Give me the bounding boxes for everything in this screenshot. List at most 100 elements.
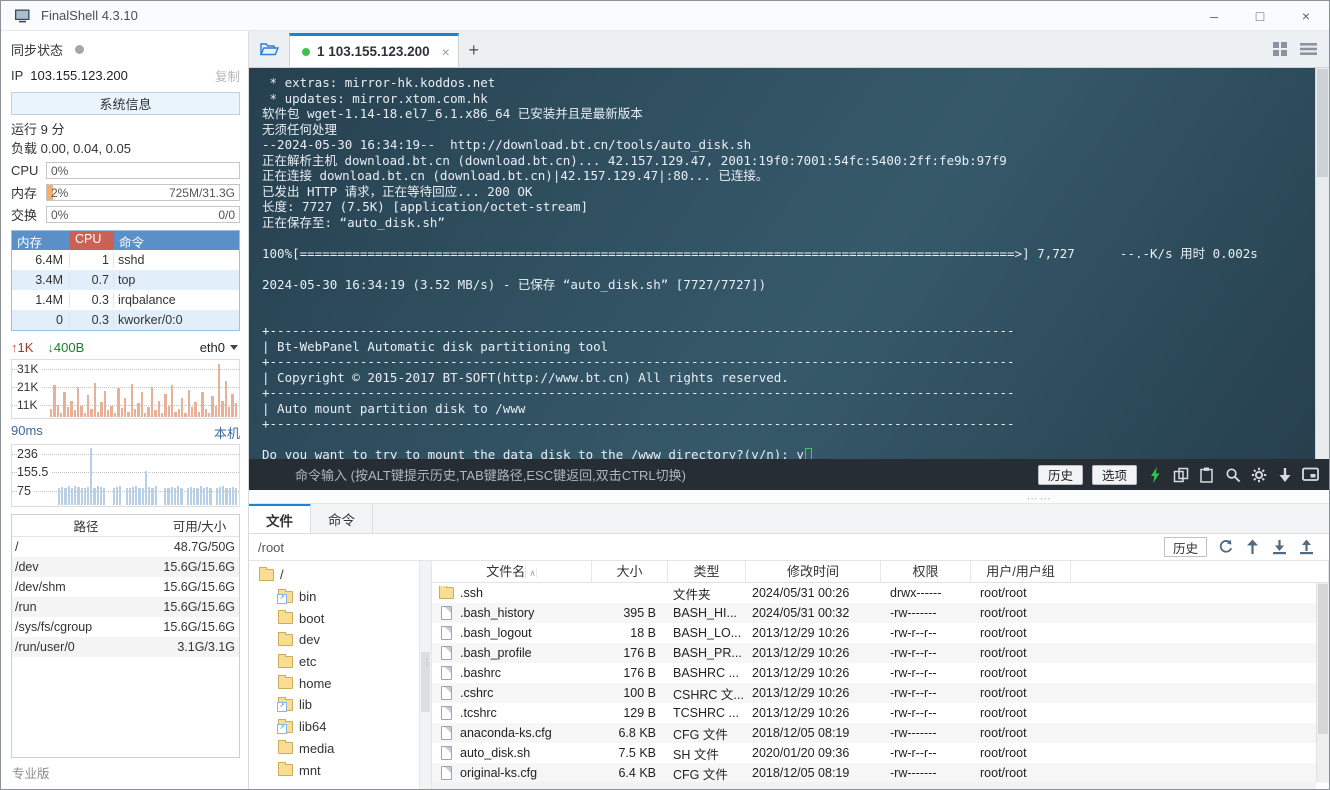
- file-row[interactable]: .ssh 文件夹 2024/05/31 00:26 drwx------ roo…: [432, 583, 1329, 603]
- open-sessions-button[interactable]: [249, 31, 289, 67]
- go-up-icon[interactable]: [1244, 539, 1261, 556]
- file-row[interactable]: .bash_logout 18 B BASH_LO... 2013/12/29 …: [432, 623, 1329, 643]
- file-name: .ssh: [432, 586, 592, 600]
- file-type: CFG 文件: [673, 767, 728, 782]
- lightning-icon[interactable]: [1146, 466, 1163, 483]
- file-row[interactable]: .bash_history 395 B BASH_HI... 2024/05/3…: [432, 603, 1329, 623]
- tree-item-label: bin: [299, 589, 317, 605]
- command-input-placeholder[interactable]: 命令输入 (按ALT键提示历史,TAB键路径,ESC键返回,双击CTRL切换): [295, 465, 686, 484]
- file-row[interactable]: .bash_profile 176 B BASH_PR... 2013/12/2…: [432, 643, 1329, 663]
- tree-item[interactable]: etc: [249, 651, 419, 673]
- file-browser: / bin boot dev etc home lib lib64 media …: [249, 561, 1329, 789]
- process-header-mem[interactable]: 内存: [12, 231, 70, 250]
- tree-item[interactable]: /: [249, 564, 419, 586]
- tree-item[interactable]: bin: [249, 586, 419, 608]
- disk-row[interactable]: /dev 15.6G/15.6G: [12, 557, 239, 577]
- file-row[interactable]: .tcshrc 129 B TCSHRC ... 2013/12/29 10:2…: [432, 703, 1329, 723]
- terminal[interactable]: * extras: mirror-hk.koddos.net * updates…: [249, 68, 1329, 490]
- file-row[interactable]: .cshrc 100 B CSHRC 文... 2013/12/29 10:26…: [432, 683, 1329, 703]
- close-button[interactable]: ×: [1283, 1, 1329, 31]
- header-owner[interactable]: 用户/用户组: [971, 561, 1071, 583]
- directory-tree: / bin boot dev etc home lib lib64 media …: [249, 561, 419, 789]
- graph-bar: [93, 487, 96, 505]
- header-perm[interactable]: 权限: [881, 561, 971, 583]
- tree-item[interactable]: boot: [249, 607, 419, 629]
- history-button[interactable]: 历史: [1037, 464, 1083, 485]
- file-row[interactable]: anaconda-ks.cfg 6.8 KB CFG 文件 2018/12/05…: [432, 723, 1329, 743]
- header-filler: [1071, 561, 1329, 583]
- header-filename[interactable]: 文件名 ∧: [432, 561, 592, 583]
- copy-icon[interactable]: [1172, 466, 1189, 483]
- terminal-scrollbar[interactable]: [1315, 68, 1329, 459]
- grid-view-icon[interactable]: [1272, 41, 1288, 57]
- tree-scrollbar[interactable]: ⋮: [419, 561, 431, 789]
- disk-row[interactable]: /dev/shm 15.6G/15.6G: [12, 577, 239, 597]
- interface-selector[interactable]: eth0: [200, 340, 240, 355]
- network-ytick: 11K: [17, 398, 41, 412]
- disk-header-path[interactable]: 路径: [12, 516, 160, 535]
- options-button[interactable]: 选项: [1091, 464, 1137, 485]
- file-row[interactable]: .bashrc 176 B BASHRC ... 2013/12/29 10:2…: [432, 663, 1329, 683]
- tab-commands[interactable]: 命令: [311, 504, 373, 533]
- header-size[interactable]: 大小: [592, 561, 668, 583]
- new-tab-button[interactable]: +: [459, 33, 489, 67]
- system-info-button[interactable]: 系统信息: [11, 92, 240, 115]
- process-header-cmd[interactable]: 命令: [114, 231, 239, 250]
- file-row[interactable]: original-ks.cfg 6.4 KB CFG 文件 2018/12/05…: [432, 763, 1329, 783]
- process-row[interactable]: 3.4M 0.7 top: [12, 270, 239, 290]
- paste-icon[interactable]: [1198, 466, 1215, 483]
- network-ytick: 21K: [17, 380, 42, 394]
- command-input-bar[interactable]: 命令输入 (按ALT键提示历史,TAB键路径,ESC键返回,双击CTRL切换) …: [249, 459, 1329, 490]
- graph-bar: [209, 488, 212, 505]
- process-header-cpu[interactable]: CPU: [70, 231, 114, 250]
- arrow-down-icon[interactable]: [1276, 466, 1293, 483]
- tree-item[interactable]: dev: [249, 629, 419, 651]
- file-perm: -rw-r--r--: [890, 666, 937, 680]
- tab-files[interactable]: 文件: [249, 503, 311, 533]
- gear-icon[interactable]: [1250, 466, 1267, 483]
- tree-item[interactable]: media: [249, 738, 419, 760]
- header-type[interactable]: 类型: [668, 561, 746, 583]
- file-table-scrollbar[interactable]: [1316, 583, 1329, 782]
- copy-ip-link[interactable]: 复制: [215, 66, 240, 85]
- ping-host[interactable]: 本机: [214, 423, 240, 442]
- tree-item[interactable]: mnt: [249, 759, 419, 781]
- minimize-button[interactable]: –: [1191, 1, 1237, 31]
- folder-icon: [278, 610, 293, 625]
- search-icon[interactable]: [1224, 466, 1241, 483]
- session-tab[interactable]: 1 103.155.123.200 ×: [289, 33, 459, 67]
- menu-icon[interactable]: [1300, 42, 1317, 56]
- disk-row[interactable]: /run 15.6G/15.6G: [12, 597, 239, 617]
- tab-close-icon[interactable]: ×: [442, 44, 450, 60]
- graph-bar: [53, 385, 56, 417]
- monitor-icon[interactable]: [1302, 466, 1319, 483]
- memory-meter-label: 内存: [11, 185, 38, 201]
- refresh-icon[interactable]: [1217, 539, 1234, 556]
- panel-splitter[interactable]: ⋯⋯: [249, 490, 1329, 505]
- disk-header-size[interactable]: 可用/大小: [160, 516, 239, 535]
- graph-bar: [70, 400, 73, 417]
- process-row[interactable]: 6.4M 1 sshd: [12, 250, 239, 270]
- disk-row[interactable]: / 48.7G/50G: [12, 537, 239, 557]
- process-row[interactable]: 1.4M 0.3 irqbalance: [12, 290, 239, 310]
- file-table-hscrollbar[interactable]: [432, 782, 1316, 789]
- maximize-button[interactable]: □: [1237, 1, 1283, 31]
- header-mtime[interactable]: 修改时间: [746, 561, 881, 583]
- path-input[interactable]: /root: [258, 540, 284, 555]
- path-history-button[interactable]: 历史: [1163, 537, 1207, 557]
- tree-item[interactable]: lib: [249, 694, 419, 716]
- file-row[interactable]: auto_disk.sh 7.5 KB SH 文件 2020/01/20 09:…: [432, 743, 1329, 763]
- disk-row[interactable]: /sys/fs/cgroup 15.6G/15.6G: [12, 617, 239, 637]
- upload-icon[interactable]: [1298, 539, 1315, 556]
- download-icon[interactable]: [1271, 539, 1288, 556]
- graph-bar: [151, 487, 154, 505]
- disk-size: 15.6G/15.6G: [163, 620, 235, 634]
- disk-row[interactable]: /run/user/0 3.1G/3.1G: [12, 637, 239, 657]
- terminal-scrollbar-thumb[interactable]: [1317, 69, 1328, 177]
- tree-item-label: home: [299, 675, 332, 691]
- file-table-scrollbar-thumb[interactable]: [1318, 584, 1328, 734]
- process-row[interactable]: 0 0.3 kworker/0:0: [12, 310, 239, 330]
- tree-item[interactable]: lib64: [249, 716, 419, 738]
- file-perm: -rw-------: [890, 766, 937, 780]
- tree-item[interactable]: home: [249, 672, 419, 694]
